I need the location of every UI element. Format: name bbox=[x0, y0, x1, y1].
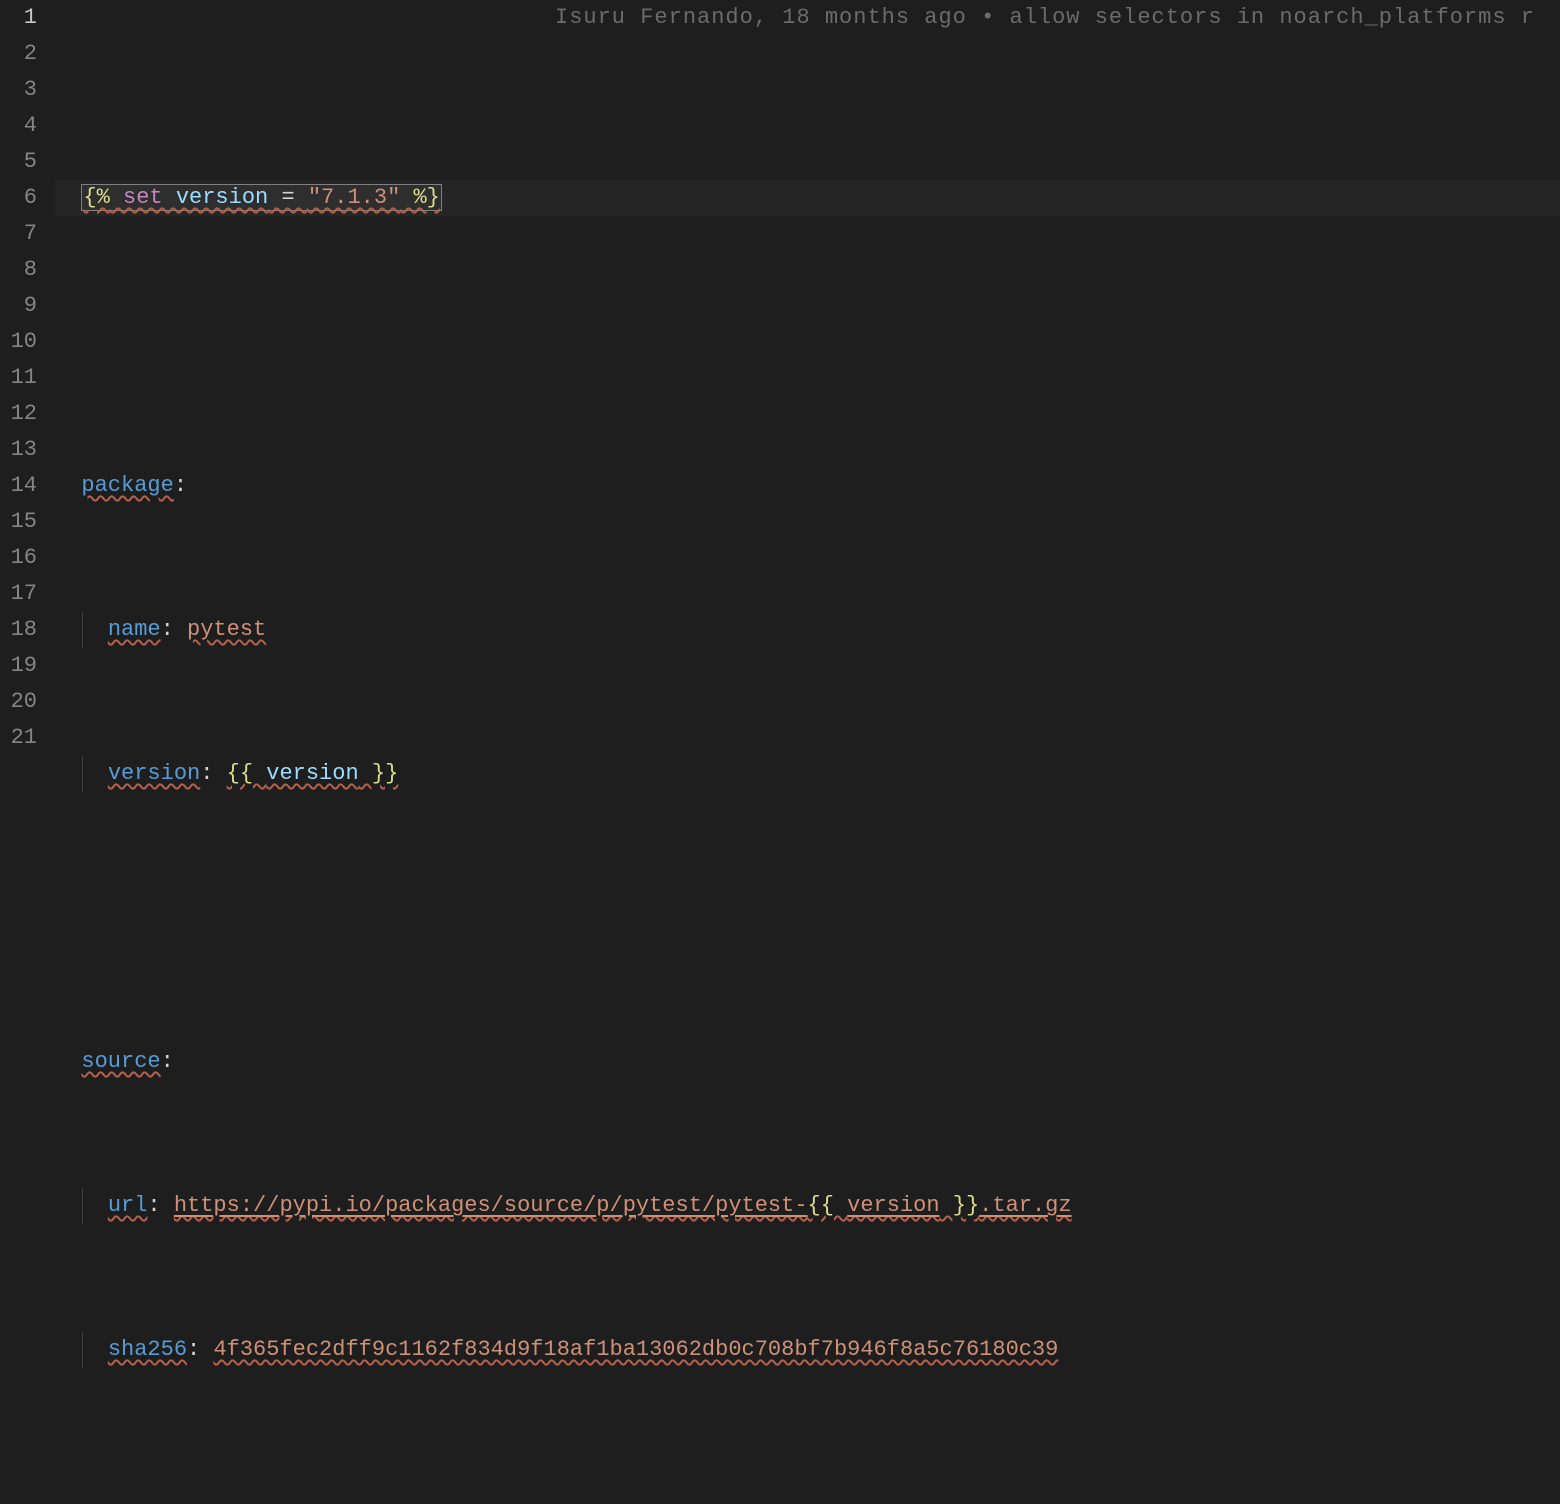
line-number: 15 bbox=[0, 504, 37, 540]
line-number: 13 bbox=[0, 432, 37, 468]
blame-when: 18 months ago bbox=[782, 5, 967, 30]
line-number: 19 bbox=[0, 648, 37, 684]
line-number: 7 bbox=[0, 216, 37, 252]
blame-message: allow selectors in noarch_platforms r bbox=[1010, 5, 1535, 30]
line-number: 12 bbox=[0, 396, 37, 432]
line-number: 21 bbox=[0, 720, 37, 756]
blame-author: Isuru Fernando bbox=[555, 5, 754, 30]
line-number-gutter: 1 2 3 4 5 6 7 8 9 10 11 12 13 14 15 16 1… bbox=[0, 0, 55, 752]
code-line[interactable]: source: bbox=[55, 1044, 1560, 1080]
code-line[interactable]: sha256: 4f365fec2dff9c1162f834d9f18af1ba… bbox=[55, 1332, 1560, 1368]
line-number: 11 bbox=[0, 360, 37, 396]
line-number: 8 bbox=[0, 252, 37, 288]
code-line[interactable]: package: bbox=[55, 468, 1560, 504]
git-blame-annotation[interactable]: Isuru Fernando, 18 months ago • allow se… bbox=[555, 0, 1535, 36]
line-number: 20 bbox=[0, 684, 37, 720]
code-line[interactable] bbox=[55, 900, 1560, 936]
code-line[interactable]: name: pytest bbox=[55, 612, 1560, 648]
code-line[interactable]: version: {{ version }} bbox=[55, 756, 1560, 792]
line-number: 1 bbox=[0, 0, 37, 36]
line-number: 6 bbox=[0, 180, 37, 216]
line-number: 14 bbox=[0, 468, 37, 504]
code-line[interactable] bbox=[55, 1476, 1560, 1504]
line-number: 18 bbox=[0, 612, 37, 648]
line-number: 10 bbox=[0, 324, 37, 360]
code-line[interactable]: url: https://pypi.io/packages/source/p/p… bbox=[55, 1188, 1560, 1224]
code-area[interactable]: Isuru Fernando, 18 months ago • allow se… bbox=[55, 0, 1560, 752]
line-number: 17 bbox=[0, 576, 37, 612]
line-number: 16 bbox=[0, 540, 37, 576]
line-number: 2 bbox=[0, 36, 37, 72]
code-editor[interactable]: 1 2 3 4 5 6 7 8 9 10 11 12 13 14 15 16 1… bbox=[0, 0, 1560, 752]
line-number: 5 bbox=[0, 144, 37, 180]
code-line[interactable]: {% set version = "7.1.3" %} bbox=[55, 180, 1560, 216]
line-number: 4 bbox=[0, 108, 37, 144]
code-line[interactable] bbox=[55, 324, 1560, 360]
line-number: 3 bbox=[0, 72, 37, 108]
line-number: 9 bbox=[0, 288, 37, 324]
